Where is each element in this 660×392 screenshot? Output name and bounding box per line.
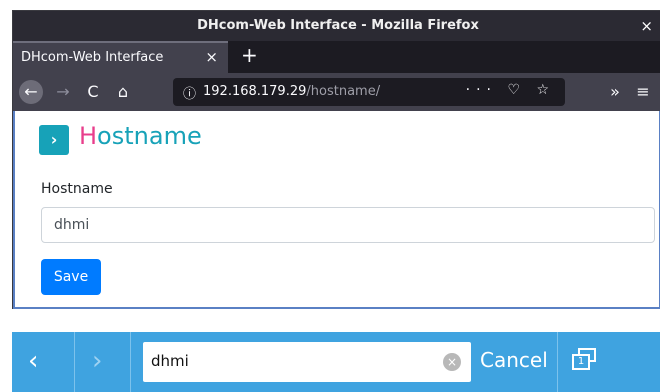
save-button[interactable]: Save — [41, 259, 101, 295]
separator — [74, 332, 75, 392]
navigation-toolbar: ← → C ⌂ ⓘ 192.168.179.29/hostname/ ··· ♡… — [13, 73, 660, 111]
page-title-first-letter: H — [79, 122, 98, 150]
next-field-icon[interactable]: › — [92, 346, 102, 376]
chevron-right-icon[interactable]: › — [39, 125, 69, 155]
page-content: › Hostname Hostname dhmi Save — [13, 111, 660, 309]
url-bar[interactable]: ⓘ 192.168.179.29/hostname/ ··· ♡ ☆ — [173, 78, 565, 106]
page-actions-icons[interactable]: ··· ♡ ☆ — [466, 82, 555, 98]
tab-label: DHcom-Web Interface — [21, 50, 164, 65]
url-text: 192.168.179.29/hostname/ — [203, 84, 380, 99]
hamburger-menu-icon[interactable]: ≡ — [631, 80, 655, 104]
hostname-input[interactable]: dhmi — [41, 207, 655, 243]
previous-field-icon[interactable]: ‹ — [28, 346, 38, 376]
window-close-icon[interactable]: × — [640, 17, 653, 35]
back-arrow-icon[interactable]: ← — [19, 80, 43, 104]
hostname-label: Hostname — [41, 181, 113, 197]
tab-dhcom-web-interface[interactable]: DHcom-Web Interface × — [13, 41, 228, 73]
clear-icon[interactable]: × — [443, 353, 461, 371]
window-title: DHcom-Web Interface - Mozilla Firefox — [197, 18, 479, 33]
ime-text-value: dhmi — [151, 352, 189, 370]
title-bar: DHcom-Web Interface - Mozilla Firefox × — [13, 11, 660, 41]
page-title: Hostname — [79, 122, 202, 150]
keyboard-icon[interactable]: 1 — [572, 348, 598, 372]
separator — [557, 332, 558, 392]
tab-close-icon[interactable]: × — [205, 48, 218, 66]
browser-window: DHcom-Web Interface - Mozilla Firefox × … — [12, 10, 660, 309]
url-path: /hostname/ — [306, 84, 381, 99]
info-icon[interactable]: ⓘ — [183, 83, 196, 102]
page-title-rest: ostname — [97, 122, 202, 150]
keyboard-icon-front: 1 — [572, 354, 590, 370]
new-tab-plus-icon[interactable]: + — [241, 43, 258, 67]
reload-icon[interactable]: C — [81, 80, 105, 104]
home-icon[interactable]: ⌂ — [111, 80, 135, 104]
separator — [130, 332, 131, 392]
tab-bar: DHcom-Web Interface × + — [13, 41, 660, 73]
overflow-icon[interactable]: » — [603, 80, 627, 104]
screen: DHcom-Web Interface - Mozilla Firefox × … — [0, 0, 660, 392]
cancel-button[interactable]: Cancel — [480, 348, 548, 372]
input-method-bar: ‹ › dhmi × Cancel 1 — [12, 332, 660, 392]
url-host: 192.168.179.29 — [203, 84, 307, 99]
forward-arrow-icon[interactable]: → — [51, 80, 75, 104]
ime-text-field[interactable]: dhmi × — [143, 342, 471, 382]
